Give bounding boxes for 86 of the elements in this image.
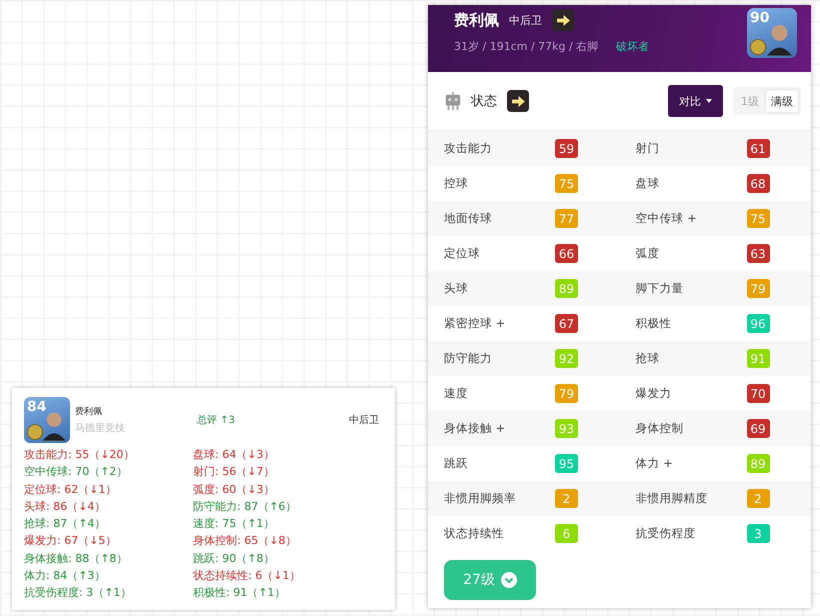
arrow-button[interactable] xyxy=(552,9,574,31)
stat-change-text: 积极性: 91（↑1） xyxy=(193,586,286,601)
section-title: 状态 xyxy=(471,93,497,110)
stat-value: 75 xyxy=(746,209,770,228)
stat-label: 防守能力 xyxy=(444,351,493,366)
playing-style: 破坏者 xyxy=(616,39,650,54)
stat-change-text: 空中传球: 70（↑2） xyxy=(24,465,128,480)
stat-label: 攻击能力 xyxy=(444,141,493,156)
club-name: 马德里竞技 xyxy=(75,422,126,435)
arrow-right-icon xyxy=(510,96,526,106)
stat-value: 93 xyxy=(555,419,578,438)
stat-change-text: 定位球: 62（↓1） xyxy=(24,482,118,497)
stat-label: 盘球 xyxy=(636,176,660,191)
stat-change-text: 盘球: 64（↓3） xyxy=(193,448,276,462)
stat-value: 79 xyxy=(555,384,578,403)
stat-value: 67 xyxy=(555,314,578,333)
arrow-button[interactable] xyxy=(507,90,529,112)
stat-label: 速度 xyxy=(444,386,469,401)
stat-value: 75 xyxy=(555,174,578,193)
stat-value: 6 xyxy=(555,524,578,543)
stat-label: 体力 + xyxy=(636,456,674,471)
stat-change-text: 弧度: 60（↓3） xyxy=(193,482,276,497)
stat-label: 抢球 xyxy=(636,351,660,366)
stat-value: 3 xyxy=(746,524,770,543)
stat-change-text: 状态持续性: 6（↓1） xyxy=(193,569,302,584)
stat-change-text: 攻击能力: 55（↓20） xyxy=(24,448,136,462)
stat-label: 弧度 xyxy=(636,246,660,261)
stat-value: 92 xyxy=(555,349,578,368)
stat-value: 77 xyxy=(555,209,578,228)
player-name: 费利佩 xyxy=(75,406,103,418)
stat-change-text: 身体接触: 88（↑8） xyxy=(24,552,128,566)
player-card-avatar: 84 xyxy=(24,397,70,443)
stat-label: 积极性 xyxy=(636,316,672,331)
stat-label: 地面传球 xyxy=(444,211,493,226)
stat-label: 定位球 xyxy=(444,246,481,261)
stat-label: 头球 xyxy=(444,281,469,296)
stat-value: 2 xyxy=(746,489,770,508)
stat-value: 96 xyxy=(746,314,770,333)
player-name: 费利佩 xyxy=(454,10,499,30)
stat-label: 身体控制 xyxy=(636,421,684,436)
player-info: 31岁 / 191cm / 77kg / 右脚 xyxy=(454,39,598,54)
robot-icon xyxy=(444,91,462,111)
stat-change-text: 头球: 86（↓4） xyxy=(24,500,106,514)
stat-label: 脚下力量 xyxy=(636,281,684,296)
stat-value: 79 xyxy=(746,279,770,298)
stat-change-text: 速度: 75（↑1） xyxy=(193,517,276,532)
stat-change-text: 身体控制: 65（↓8） xyxy=(193,534,298,549)
stat-label: 空中传球 + xyxy=(636,211,698,226)
stat-label: 控球 xyxy=(444,176,469,191)
player-card-avatar: 90 xyxy=(747,8,797,58)
stat-label: 身体接触 + xyxy=(444,421,506,436)
stat-change-text: 跳跃: 90（↑8） xyxy=(193,552,276,566)
stat-change-text: 体力: 84（↑3） xyxy=(24,569,106,584)
stat-change-text: 防守能力: 87（↑6） xyxy=(193,500,298,514)
stat-value: 68 xyxy=(746,174,770,193)
stat-value: 69 xyxy=(746,419,770,438)
stat-value: 70 xyxy=(746,384,770,403)
stat-label: 跳跃 xyxy=(444,456,469,471)
stat-label: 射门 xyxy=(636,141,660,156)
overall-change: 总评 ↑3 xyxy=(197,414,236,427)
stat-label: 紧密控球 + xyxy=(444,316,506,331)
stat-value: 63 xyxy=(746,244,770,263)
stat-value: 89 xyxy=(746,454,770,473)
stat-change-text: 抗受伤程度: 3（↑1） xyxy=(24,586,132,601)
arrow-right-icon xyxy=(556,14,570,26)
stat-label: 抗受伤程度 xyxy=(636,526,696,541)
stat-change-text: 抢球: 87（↑4） xyxy=(24,517,106,532)
stat-label: 爆发力 xyxy=(636,386,672,401)
position-label: 中后卫 xyxy=(349,414,379,427)
stat-value: 95 xyxy=(555,454,578,473)
stat-label: 非惯用脚频率 xyxy=(444,491,517,506)
stat-label: 非惯用脚精度 xyxy=(636,491,708,506)
stat-value: 89 xyxy=(555,279,578,298)
stat-value: 66 xyxy=(555,244,578,263)
compare-dropdown[interactable]: 对比 xyxy=(668,85,723,117)
stat-label: 状态持续性 xyxy=(444,526,505,541)
caret-icon xyxy=(706,99,712,103)
stat-value: 59 xyxy=(555,139,578,158)
stat-value: 61 xyxy=(746,139,770,158)
position-label: 中后卫 xyxy=(509,12,542,28)
stat-value: 2 xyxy=(555,489,578,508)
stat-value: 91 xyxy=(746,349,770,368)
level-option[interactable]: 满级 xyxy=(766,90,798,112)
chevron-down-icon xyxy=(500,572,517,588)
stat-change-text: 射门: 56（↓7） xyxy=(193,465,276,480)
stat-change-text: 爆发力: 67（↓5） xyxy=(24,534,118,549)
